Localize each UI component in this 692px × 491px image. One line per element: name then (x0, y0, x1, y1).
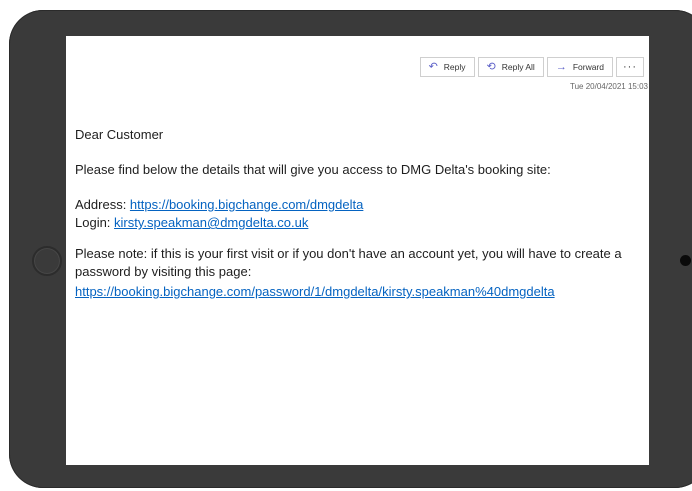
more-actions-button[interactable]: ··· (616, 57, 644, 77)
note-text: Please note: if this is your first visit… (75, 246, 622, 279)
reply-all-label: Reply All (501, 62, 535, 72)
address-line: Address: https://booking.bigchange.com/d… (75, 196, 645, 214)
forward-button[interactable]: → Forward (546, 57, 613, 77)
reply-all-button[interactable]: ⟲ Reply All (477, 57, 544, 77)
password-link[interactable]: https://booking.bigchange.com/password/1… (75, 284, 555, 299)
camera-dot (680, 255, 691, 266)
greeting: Dear Customer (75, 127, 164, 142)
address-label: Address: (75, 197, 130, 212)
reply-label: Reply (443, 62, 466, 72)
message-timestamp: Tue 20/04/2021 15:03 (570, 82, 648, 91)
login-label: Login: (75, 215, 115, 230)
login-line: Login: kirsty.speakman@dmgdelta.co.uk (75, 214, 645, 232)
message-body: Dear Customer Please find below the deta… (75, 126, 645, 301)
message-actions-toolbar: ↶ Reply ⟲ Reply All → Forward ··· (419, 57, 644, 77)
reply-button[interactable]: ↶ Reply (419, 57, 475, 77)
home-button[interactable] (32, 246, 62, 276)
intro-text: Please find below the details that will … (75, 162, 551, 177)
more-icon: ··· (623, 61, 637, 73)
address-link[interactable]: https://booking.bigchange.com/dmgdelta (130, 197, 363, 212)
reply-all-icon: ⟲ (486, 60, 496, 73)
email-screen: ↶ Reply ⟲ Reply All → Forward ··· Tue 20… (66, 36, 649, 465)
forward-icon: → (555, 60, 567, 73)
forward-label: Forward (572, 62, 604, 72)
reply-icon: ↶ (428, 60, 438, 73)
login-email-link[interactable]: kirsty.speakman@dmgdelta.co.uk (114, 215, 308, 230)
